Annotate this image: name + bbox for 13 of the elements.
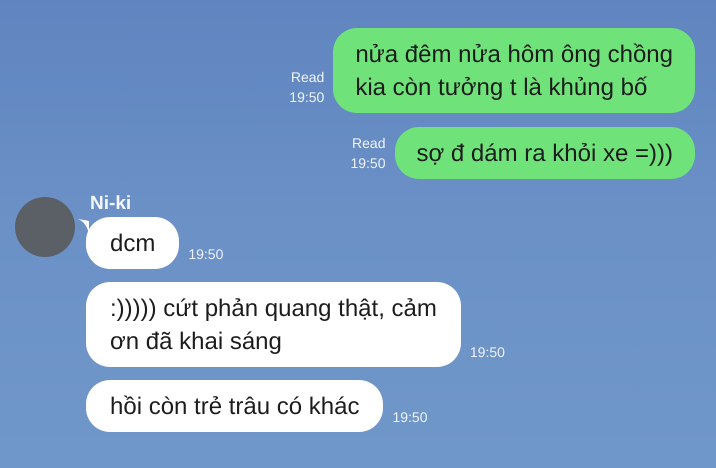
message-time: 19:50 bbox=[188, 245, 224, 264]
message-time: 19:50 bbox=[392, 408, 428, 427]
message-bubble: hồi còn trẻ trâu có khác bbox=[86, 380, 384, 432]
message-time: 19:50 bbox=[470, 343, 505, 362]
read-status: Read bbox=[352, 134, 386, 153]
message-time: 19:50 bbox=[289, 88, 324, 107]
message-bubble: nửa đêm nửa hôm ông chồng kia còn tưởng t là khủng bố bbox=[333, 28, 695, 113]
message-bubble: sợ đ dám ra khỏi xe =))) bbox=[394, 127, 695, 179]
message-time: 19:50 bbox=[350, 154, 386, 173]
read-status: Read bbox=[290, 68, 324, 87]
message-bubble: dcm bbox=[86, 217, 180, 269]
message-bubble: :))))) cứt phản quang thật, cảm ơn đã khai sáng bbox=[86, 282, 461, 367]
sender-name: Ni-ki bbox=[90, 193, 132, 215]
